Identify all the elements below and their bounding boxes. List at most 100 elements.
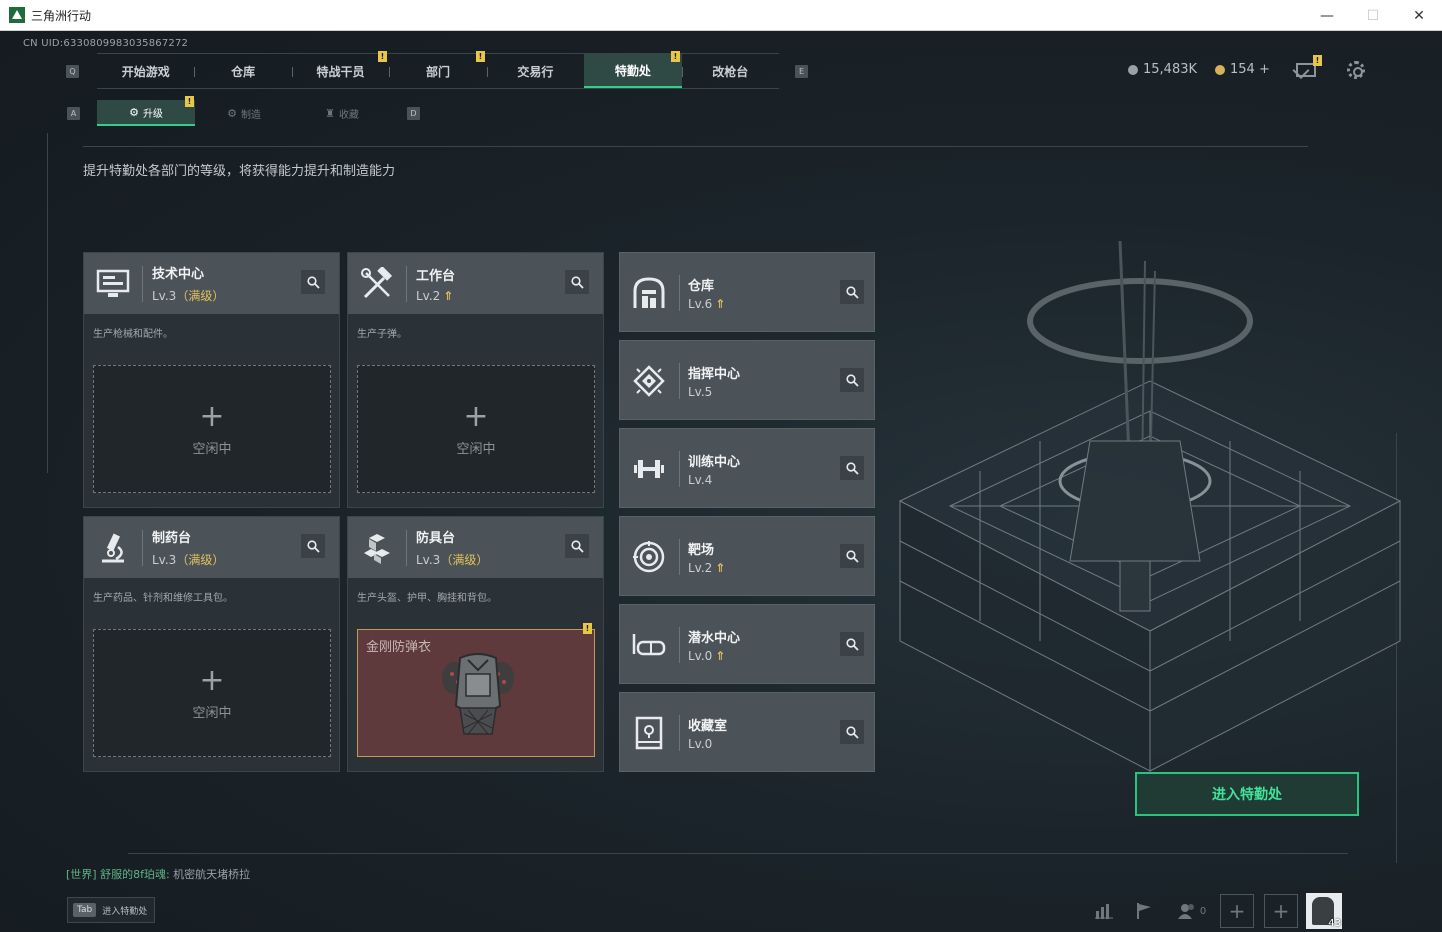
production-slot[interactable]: + 空闲中 — [93, 629, 331, 757]
inspect-button[interactable] — [840, 456, 864, 480]
dept-name: 收藏室 — [688, 719, 728, 734]
inspect-button[interactable] — [840, 720, 864, 744]
dept-card-diving-center[interactable]: 潜水中心 Lv.0 ⇑ — [619, 604, 875, 684]
flag-icon[interactable] — [1128, 895, 1160, 927]
magnifier-icon — [845, 725, 859, 739]
subtab-upgrade[interactable]: ⚙ 升级 — [97, 100, 195, 126]
magnifier-icon — [845, 549, 859, 563]
silver-coin-icon — [1128, 64, 1138, 75]
nav-next-key-hint: E — [795, 65, 808, 78]
tab-label: 开始游戏 — [121, 64, 170, 79]
settings-gear-icon[interactable] — [1347, 61, 1365, 79]
tab-key-hint[interactable]: Tab 进入特勤处 — [67, 897, 155, 923]
tab-operators[interactable]: 特战干员 — [291, 54, 389, 88]
chat-channel: [世界] — [66, 868, 97, 881]
frame-line-left — [47, 133, 48, 473]
dept-header: 工作台 Lv.2 ⇑ — [348, 253, 603, 314]
magnifier-icon — [570, 539, 584, 553]
add-party-slot-button[interactable]: + — [1220, 894, 1254, 928]
inspect-button[interactable] — [565, 270, 589, 294]
production-slot[interactable]: + 空闲中 — [357, 365, 595, 493]
magnifier-icon — [845, 285, 859, 299]
gold-currency[interactable]: 154 + — [1215, 62, 1270, 77]
divider — [679, 627, 680, 663]
dept-card-shooting-range[interactable]: 靶场 Lv.2 ⇑ — [619, 516, 875, 596]
level-value: Lv.3 — [152, 289, 177, 303]
dept-card-armor-bench[interactable]: 防具台 Lv.3（满级） 生产头盔、护甲、胸挂和背包。 金刚防弹衣 — [347, 516, 604, 772]
dept-card-tech-center[interactable]: 技术中心 Lv.3（满级） 生产枪械和配件。 + 空闲中 — [83, 252, 340, 508]
subnav-prev-key-hint: A — [67, 107, 80, 120]
subtab-label: 制造 — [240, 109, 261, 121]
level-value: Lv.3 — [416, 553, 441, 567]
friends-icon — [1177, 904, 1194, 919]
magnifier-icon — [845, 637, 859, 651]
friends-button[interactable]: 0 — [1172, 895, 1212, 927]
divider — [679, 451, 680, 487]
tab-warehouse[interactable]: 仓库 — [194, 54, 291, 88]
magnifier-icon — [306, 275, 320, 289]
stats-chart-icon[interactable] — [1088, 895, 1120, 927]
inspect-button[interactable] — [301, 270, 325, 294]
tab-gunsmith[interactable]: 改枪台 — [681, 54, 779, 88]
silver-currency[interactable]: 15,483K — [1128, 62, 1197, 77]
divider — [142, 265, 143, 302]
notification-badge: ! — [476, 51, 485, 62]
inspect-button[interactable] — [840, 280, 864, 304]
base-building-illustration — [898, 241, 1402, 772]
upgrade-available-icon: ⇑ — [715, 561, 726, 575]
subtab-craft[interactable]: ⚙ 制造 — [195, 100, 293, 126]
magnifier-icon — [306, 539, 320, 553]
collection-icon: ♜ — [325, 106, 335, 120]
dept-card-pharmacy[interactable]: 制药台 Lv.3（满级） 生产药品、针剂和维修工具包。 + 空闲中 — [83, 516, 340, 772]
upgrade-available-icon: ⇑ — [443, 288, 454, 303]
enter-special-ops-button[interactable]: 进入特勤处 — [1135, 772, 1359, 816]
inspect-button[interactable] — [840, 544, 864, 568]
tab-hint-label: 进入特勤处 — [102, 906, 148, 917]
slot-status: 空闲中 — [192, 705, 232, 721]
dept-level: Lv.0 — [688, 737, 712, 751]
dept-card-training-center[interactable]: 训练中心 Lv.4 — [619, 428, 875, 508]
friends-count: 0 — [1199, 905, 1207, 917]
subtab-collection[interactable]: ♜ 收藏 — [293, 100, 391, 126]
player-avatar[interactable]: 43 — [1306, 893, 1342, 929]
inspect-button[interactable] — [301, 534, 325, 558]
tab-market[interactable]: 交易行 — [486, 54, 584, 88]
level-value: Lv.4 — [688, 473, 713, 487]
dept-card-warehouse[interactable]: 仓库 Lv.6 ⇑ — [619, 252, 875, 332]
inspect-button[interactable] — [565, 534, 589, 558]
slot-status: 空闲中 — [192, 441, 232, 457]
dept-card-workbench[interactable]: 工作台 Lv.2 ⇑ 生产子弹。 + 空闲中 — [347, 252, 604, 508]
divider — [406, 529, 407, 566]
window-controls: — ☐ ✕ — [1304, 0, 1442, 31]
add-party-slot-button[interactable]: + — [1264, 894, 1298, 928]
player-level: 43 — [1328, 918, 1341, 929]
divider — [679, 363, 680, 399]
dept-header: 防具台 Lv.3（满级） — [348, 517, 603, 578]
dept-level: Lv.3（满级） — [152, 287, 224, 304]
nav-prev-key-hint: Q — [66, 65, 79, 78]
chat-message[interactable]: [世界] 舒服的8f珀魂: 机密航天堵桥拉 — [66, 866, 250, 882]
divider — [406, 265, 407, 302]
level-value: Lv.5 — [688, 385, 713, 399]
production-slot[interactable]: + 空闲中 — [93, 365, 331, 493]
tab-start-game[interactable]: 开始游戏 — [97, 54, 194, 88]
inspect-button[interactable] — [840, 368, 864, 392]
production-slot-item[interactable]: 金刚防弹衣 — [357, 629, 595, 757]
gold-amount: 154 + — [1230, 62, 1270, 77]
tab-department[interactable]: 部门 — [389, 54, 486, 88]
tab-label: 特勤处 — [614, 63, 651, 78]
tab-special-ops[interactable]: 特勤处 — [584, 54, 682, 88]
gold-coin-icon — [1215, 64, 1225, 75]
dept-description: 生产药品、针剂和维修工具包。 — [93, 593, 233, 604]
player-uid: CN UID:6330809983035867272 — [23, 38, 189, 49]
command-chip-icon — [629, 361, 669, 401]
app-logo-icon — [9, 7, 25, 23]
close-button[interactable]: ✕ — [1396, 0, 1442, 31]
inspect-button[interactable] — [840, 632, 864, 656]
maximize-button[interactable]: ☐ — [1350, 0, 1396, 31]
page-description: 提升特勤处各部门的等级，将获得能力提升和制造能力 — [83, 164, 396, 179]
chat-text: 机密航天堵桥拉 — [173, 868, 251, 881]
dept-card-collection-room[interactable]: 收藏室 Lv.0 — [619, 692, 875, 772]
dept-card-command-center[interactable]: 指挥中心 Lv.5 — [619, 340, 875, 420]
minimize-button[interactable]: — — [1304, 0, 1350, 31]
